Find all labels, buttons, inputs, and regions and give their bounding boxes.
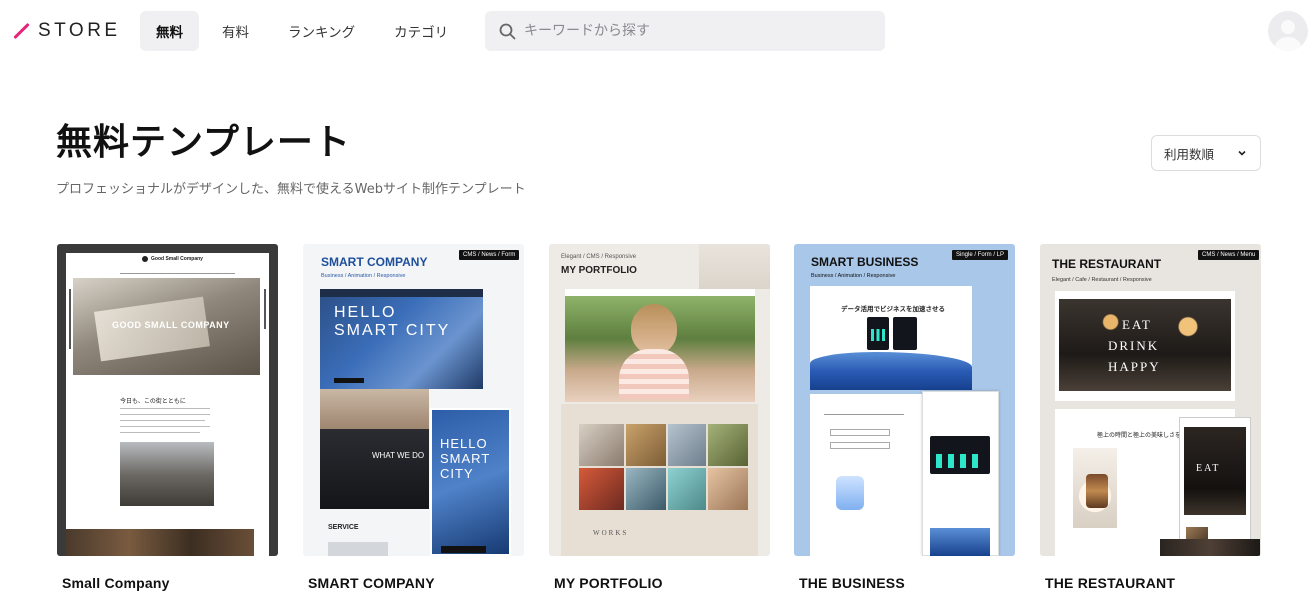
preview-mobile-hero: EAT	[1196, 463, 1221, 474]
preview-brand: SMART COMPANY	[321, 255, 428, 269]
template-thumbnail[interactable]: Good Small Company GOOD SMALL COMPANY 今日…	[57, 244, 278, 556]
template-card[interactable]: THE RESTAURANT Elegant / Cafe / Restaura…	[1040, 244, 1261, 597]
preview-hero-text: GOOD SMALL COMPANY	[112, 320, 230, 330]
preview-badge: CMS / News / Menu	[1198, 250, 1260, 260]
template-thumbnail[interactable]: SMART COMPANY Business / Animation / Res…	[303, 244, 524, 556]
page-subtitle: プロフェッショナルがデザインした、無料で使えるWebサイト制作テンプレート	[56, 182, 526, 197]
preview-tagline: Elegant / Cafe / Restaurant / Responsive	[1052, 277, 1152, 283]
nav-item-ranking[interactable]: ランキング	[272, 11, 371, 51]
preview-section: SERVICE	[328, 524, 359, 531]
store-logo[interactable]: STORE	[10, 19, 121, 43]
template-card[interactable]: Elegant / CMS / Responsive MY PORTFOLIO …	[549, 244, 770, 597]
template-card[interactable]: Good Small Company GOOD SMALL COMPANY 今日…	[57, 244, 278, 597]
preview-hero-line1: EAT	[1122, 317, 1152, 332]
user-icon	[1275, 20, 1301, 51]
preview-badge: CMS / News / Form	[459, 250, 520, 260]
template-name[interactable]: THE BUSINESS	[799, 575, 905, 591]
preview-brand: THE RESTAURANT	[1052, 257, 1162, 271]
template-thumbnail[interactable]: SMART BUSINESS Business / Animation / Re…	[794, 244, 1015, 556]
preview-hero-line1: HELLO	[334, 304, 397, 321]
logo-slash-icon	[10, 19, 34, 43]
template-thumbnail[interactable]: Elegant / CMS / Responsive MY PORTFOLIO …	[549, 244, 770, 556]
nav-item-category[interactable]: カテゴリ	[378, 11, 464, 51]
template-name[interactable]: THE RESTAURANT	[1045, 575, 1175, 591]
street-photo	[120, 442, 214, 506]
preview-heading: 今日も、この街とともに	[120, 398, 186, 405]
preview-brand: MY PORTFOLIO	[561, 265, 637, 276]
sort-label: 利用数順	[1164, 146, 1215, 162]
preview-badge: Single / Form / LP	[952, 250, 1009, 260]
template-thumbnail[interactable]: THE RESTAURANT Elegant / Cafe / Restaura…	[1040, 244, 1261, 556]
preview-hero-line3: HAPPY	[1108, 359, 1161, 374]
main-nav: 無料 有料 ランキング カテゴリ	[140, 11, 471, 51]
preview-brand: Good Small Company	[151, 256, 203, 262]
preview-mobile-hero: HELLO SMART CITY	[440, 436, 491, 481]
logo-text: STORE	[38, 20, 121, 41]
preview-band-text: WHAT WE DO	[372, 451, 425, 460]
user-avatar[interactable]	[1268, 11, 1308, 51]
preview-section: WORKS	[593, 529, 629, 537]
page-title: 無料テンプレート	[56, 122, 351, 163]
preview-tagline: Business / Animation / Responsive	[321, 273, 406, 279]
nav-item-paid[interactable]: 有料	[206, 11, 265, 51]
preview-hero-line2: DRINK	[1108, 338, 1160, 353]
preview-brand: SMART BUSINESS	[811, 255, 919, 269]
mobile-preview	[430, 408, 511, 556]
preview-tagline: Elegant / CMS / Responsive	[561, 254, 637, 260]
preview-hero-line2: SMART CITY	[334, 322, 451, 339]
preview-tagline: Business / Animation / Responsive	[811, 273, 896, 279]
template-name[interactable]: SMART COMPANY	[308, 575, 435, 591]
template-card[interactable]: SMART COMPANY Business / Animation / Res…	[303, 244, 524, 597]
search-bar[interactable]	[485, 11, 885, 51]
top-header: STORE 無料 有料 ランキング カテゴリ	[0, 0, 1316, 62]
preview-headline: データ活用でビジネスを加速させる	[841, 305, 945, 313]
search-icon	[499, 23, 516, 39]
sort-dropdown[interactable]: 利用数順	[1151, 135, 1261, 171]
nav-item-free[interactable]: 無料	[140, 11, 199, 51]
template-name[interactable]: Small Company	[62, 575, 170, 591]
search-input[interactable]	[524, 23, 854, 39]
template-card[interactable]: SMART BUSINESS Business / Animation / Re…	[794, 244, 1015, 597]
chevron-down-icon	[1238, 150, 1246, 156]
template-name[interactable]: MY PORTFOLIO	[554, 575, 663, 591]
